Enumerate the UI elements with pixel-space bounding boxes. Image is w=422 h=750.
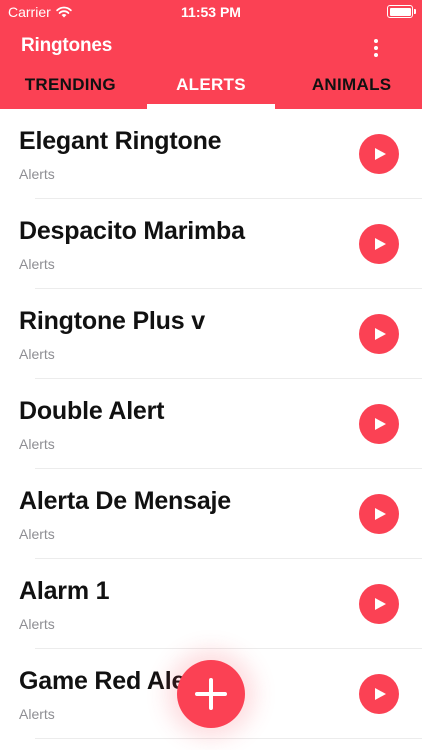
- play-button[interactable]: [359, 134, 399, 174]
- divider: [35, 738, 422, 739]
- list-item[interactable]: Double Alert Alerts: [0, 379, 422, 469]
- play-button[interactable]: [359, 314, 399, 354]
- ringtone-title: Alerta De Mensaje: [19, 487, 231, 515]
- play-icon: [375, 148, 386, 160]
- ringtone-category: Alerts: [19, 706, 55, 722]
- play-button[interactable]: [359, 674, 399, 714]
- ringtone-category: Alerts: [19, 346, 55, 362]
- play-icon: [375, 598, 386, 610]
- app-header: Carrier 11:53 PM Ringtones TRENDING ALER…: [0, 0, 422, 109]
- list-item[interactable]: Alarm 1 Alerts: [0, 559, 422, 649]
- ringtone-category: Alerts: [19, 616, 55, 632]
- play-icon: [375, 418, 386, 430]
- plus-icon: [195, 678, 227, 710]
- list-item[interactable]: Ringtone Plus v Alerts: [0, 289, 422, 379]
- play-button[interactable]: [359, 494, 399, 534]
- play-icon: [375, 688, 386, 700]
- ringtones-screen: Carrier 11:53 PM Ringtones TRENDING ALER…: [0, 0, 422, 750]
- status-time: 11:53 PM: [181, 4, 241, 20]
- ringtone-category: Alerts: [19, 436, 55, 452]
- list-item[interactable]: Elegant Ringtone Alerts: [0, 109, 422, 199]
- ringtone-title: Alarm 1: [19, 577, 110, 605]
- ringtone-title: Elegant Ringtone: [19, 127, 222, 155]
- ringtone-title: Despacito Marimba: [19, 217, 245, 245]
- more-vertical-icon[interactable]: [366, 36, 386, 60]
- play-button[interactable]: [359, 224, 399, 264]
- status-bar: Carrier 11:53 PM: [0, 0, 422, 24]
- play-icon: [375, 238, 386, 250]
- ringtone-category: Alerts: [19, 526, 55, 542]
- tab-animals[interactable]: ANIMALS: [281, 70, 422, 109]
- list-item[interactable]: Despacito Marimba Alerts: [0, 199, 422, 289]
- ringtone-title: Double Alert: [19, 397, 165, 425]
- tab-trending[interactable]: TRENDING: [0, 70, 141, 109]
- ringtone-category: Alerts: [19, 166, 55, 182]
- ringtone-title: Ringtone Plus v: [19, 307, 205, 335]
- ringtone-category: Alerts: [19, 256, 55, 272]
- battery-icon: [387, 5, 416, 18]
- play-icon: [375, 508, 386, 520]
- ringtone-title: Game Red Alert: [19, 667, 203, 695]
- page-title: Ringtones: [21, 35, 113, 56]
- play-button[interactable]: [359, 584, 399, 624]
- add-button[interactable]: [177, 660, 245, 728]
- play-icon: [375, 328, 386, 340]
- list-item[interactable]: Alerta De Mensaje Alerts: [0, 469, 422, 559]
- ringtone-list: Elegant Ringtone Alerts Despacito Marimb…: [0, 109, 422, 739]
- play-button[interactable]: [359, 404, 399, 444]
